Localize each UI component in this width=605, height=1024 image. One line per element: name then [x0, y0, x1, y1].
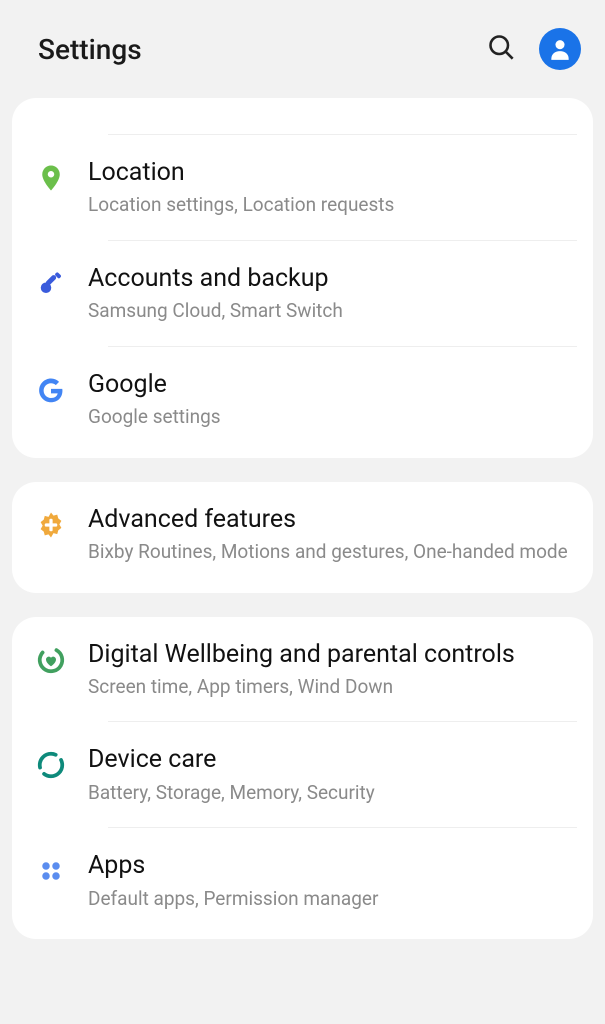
settings-group: Advanced features Bixby Routines, Motion… — [12, 482, 593, 593]
search-icon[interactable] — [487, 33, 515, 65]
profile-icon[interactable] — [539, 28, 581, 70]
device-care-icon — [36, 744, 88, 780]
settings-row-apps[interactable]: Apps Default apps, Permission manager — [12, 828, 593, 939]
header-actions — [487, 28, 581, 70]
apps-grid-icon — [36, 850, 88, 886]
key-icon — [36, 263, 88, 299]
row-title: Digital Wellbeing and parental controls — [88, 639, 569, 670]
settings-row-device-care[interactable]: Device care Battery, Storage, Memory, Se… — [12, 722, 593, 827]
row-title: Accounts and backup — [88, 263, 569, 294]
settings-row-digital-wellbeing[interactable]: Digital Wellbeing and parental controls … — [12, 617, 593, 722]
row-subtitle: Google settings — [88, 404, 569, 430]
page-title: Settings — [38, 33, 142, 66]
row-subtitle: Location settings, Location requests — [88, 192, 569, 218]
google-g-icon — [36, 369, 88, 405]
settings-group: Digital Wellbeing and parental controls … — [12, 617, 593, 940]
plus-gear-icon — [36, 504, 88, 540]
settings-row-advanced-features[interactable]: Advanced features Bixby Routines, Motion… — [12, 482, 593, 593]
row-title: Google — [88, 369, 569, 400]
row-subtitle: Screen time, App timers, Wind Down — [88, 674, 569, 700]
settings-row-location[interactable]: Location Location settings, Location req… — [12, 135, 593, 240]
row-title: Advanced features — [88, 504, 569, 535]
row-subtitle: Bixby Routines, Motions and gestures, On… — [88, 539, 569, 565]
settings-group: Location Location settings, Location req… — [12, 98, 593, 458]
row-title: Apps — [88, 850, 569, 881]
settings-row-accounts-backup[interactable]: Accounts and backup Samsung Cloud, Smart… — [12, 241, 593, 346]
wellbeing-heart-icon — [36, 639, 88, 675]
settings-row-clipped[interactable] — [12, 98, 593, 134]
row-title: Location — [88, 157, 569, 188]
row-title: Device care — [88, 744, 569, 775]
settings-row-google[interactable]: Google Google settings — [12, 347, 593, 458]
header: Settings — [0, 0, 605, 98]
location-pin-icon — [36, 157, 88, 193]
row-subtitle: Samsung Cloud, Smart Switch — [88, 298, 569, 324]
row-subtitle: Battery, Storage, Memory, Security — [88, 780, 569, 806]
row-subtitle: Default apps, Permission manager — [88, 886, 569, 912]
